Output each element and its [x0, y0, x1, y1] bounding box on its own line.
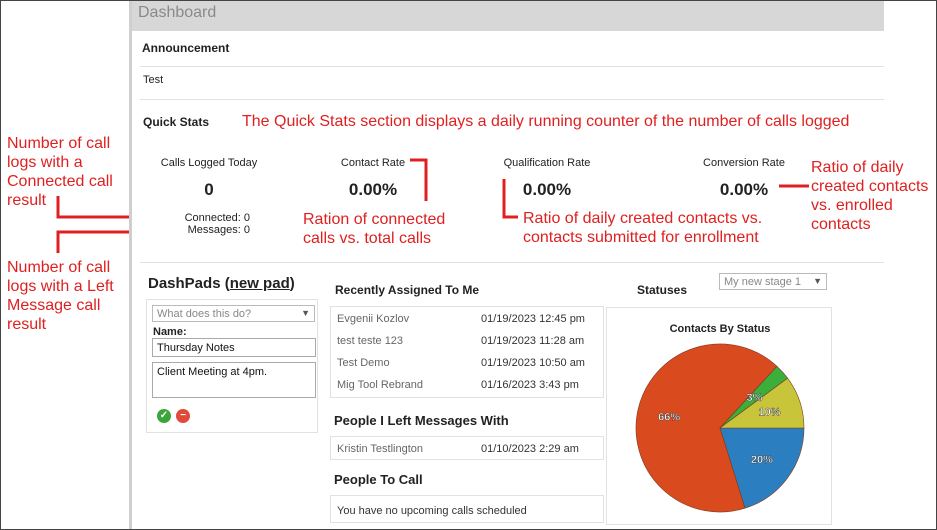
page-title: Dashboard [132, 1, 884, 31]
pie-label-3: 3% [746, 392, 762, 404]
status-chart-panel: Contacts By Status 20% 66% 3% 10% [606, 307, 832, 525]
dashpad-panel: What does this do? ▼ Name: Thursday Notes… [146, 299, 318, 433]
table-row[interactable]: Evgenii Kozlov 01/19/2023 12:45 pm [331, 308, 603, 330]
screenshot-frame: Number of call logs with a Connected cal… [0, 0, 937, 530]
to-call-panel: You have no upcoming calls scheduled [330, 495, 604, 523]
stat-value-calls: 0 [204, 180, 214, 199]
dashpad-select[interactable]: What does this do? ▼ [152, 305, 315, 322]
announcement-text: Test [143, 74, 164, 86]
annotation-bracket-qualification [502, 179, 518, 219]
announcement-title: Announcement [142, 41, 230, 55]
chart-title: Contacts By Status [670, 323, 771, 335]
dashpads-header: DashPads (new pad) [148, 275, 295, 292]
recent-list: Evgenii Kozlov 01/19/2023 12:45 pm test t… [330, 306, 604, 398]
annotation-bracket-contact [410, 158, 428, 201]
save-check-icon[interactable]: ✓ [157, 409, 171, 423]
pad-name-input[interactable]: Thursday Notes [152, 338, 316, 357]
stage-select[interactable]: My new stage 1 ▼ [719, 273, 827, 290]
table-row[interactable]: Mig Tool Rebrand 01/16/2023 3:43 pm [331, 374, 603, 396]
dashboard-app: Dashboard Announcement Test Quick Stats … [129, 1, 884, 529]
stat-label-qualification-rate: Qualification Rate [503, 157, 591, 169]
table-row[interactable]: test teste 123 01/19/2023 11:28 am [331, 330, 603, 352]
annotation-qualification-rate: Ratio of daily created contacts vs. cont… [523, 210, 763, 246]
chevron-down-icon: ▼ [301, 308, 310, 318]
annotation-quick-stats: The Quick Stats section displays a daily… [242, 113, 850, 130]
name-label: Name: [153, 326, 187, 338]
annotation-messages: Number of call logs with a Left Message … [7, 259, 114, 333]
quick-stats-title: Quick Stats [143, 115, 210, 129]
messages-count: Messages: 0 [187, 224, 250, 236]
contacts-by-status-chart: Contacts By Status 20% 66% 3% 10% [635, 323, 805, 513]
stat-label-calls: Calls Logged Today [160, 157, 258, 169]
to-call-empty: You have no upcoming calls scheduled [337, 505, 527, 517]
delete-minus-icon[interactable]: − [176, 409, 190, 423]
pad-note-textarea[interactable]: Client Meeting at 4pm. [152, 362, 316, 398]
stat-label-conversion-rate: Conversion Rate [703, 157, 785, 169]
messages-list: Kristin Testlington 01/10/2023 2:29 am [330, 436, 604, 460]
annotation-line-conversion [779, 184, 809, 188]
annotation-contact-rate: Ration of connected calls vs. total call… [303, 211, 446, 247]
connected-count: Connected: 0 [184, 212, 250, 224]
annotation-conversion-rate: Ratio of daily created contacts vs. enro… [811, 159, 929, 233]
chevron-down-icon: ▼ [813, 276, 822, 286]
pie-label-10: 10% [758, 407, 780, 419]
table-row[interactable]: Kristin Testlington 01/10/2023 2:29 am [331, 438, 603, 460]
pie-label-20: 20% [751, 454, 773, 466]
new-pad-link[interactable]: new pad [230, 275, 290, 292]
table-row[interactable]: Test Demo 01/19/2023 10:50 am [331, 352, 603, 374]
to-call-title: People To Call [334, 472, 423, 487]
pie-label-66: 66% [658, 412, 680, 424]
messages-section-title: People I Left Messages With [334, 413, 509, 428]
recent-title: Recently Assigned To Me [335, 283, 480, 297]
statuses-title: Statuses [637, 283, 688, 297]
